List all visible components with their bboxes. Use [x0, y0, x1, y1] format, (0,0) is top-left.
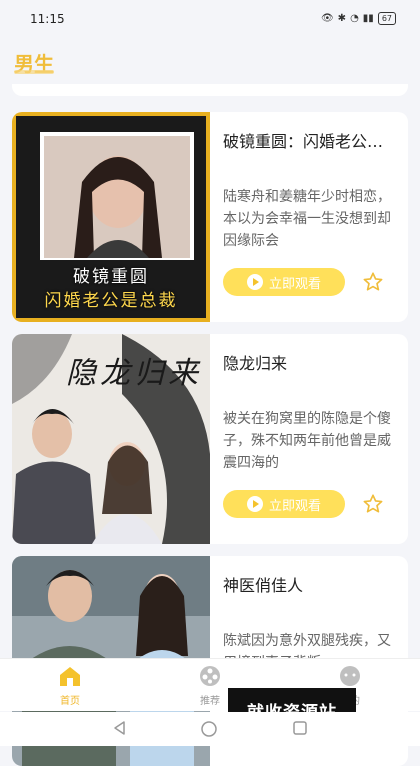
wifi-icon: ◔: [350, 13, 359, 24]
poster-title-text: 隐龙归来: [66, 356, 202, 391]
favorite-star-icon[interactable]: [362, 271, 384, 293]
recent-apps-icon[interactable]: [292, 720, 308, 736]
nav-home-label: 首页: [60, 696, 80, 707]
bottom-navigation: 首页 推荐 我的: [0, 658, 420, 711]
drama-poster[interactable]: 隐龙归来: [12, 334, 210, 544]
watch-now-label: 立即观看: [268, 498, 321, 514]
drama-description: 陆寒舟和姜糖年少时相恋，本以为会幸福一生没想到却因缘际会: [223, 189, 391, 249]
drama-title[interactable]: 破镜重圆：闪婚老公是总裁: [223, 128, 398, 152]
status-bar: 11:15 👁 ✱ ◔ ▮▮ 67: [0, 0, 420, 38]
system-navigation-bar: [0, 712, 420, 746]
signal-icon: ▮▮: [362, 13, 374, 24]
profile-icon: [340, 666, 360, 686]
film-reel-icon: [200, 666, 220, 686]
status-time: 11:15: [30, 12, 65, 26]
nav-home[interactable]: 首页: [40, 665, 100, 707]
drama-description: 被关在狗窝里的陈隐是个傻子，殊不知两年前他曾是威震四海的: [223, 411, 391, 471]
watch-now-button[interactable]: 立即观看: [223, 268, 345, 296]
title-underline: [14, 70, 54, 74]
watch-now-button[interactable]: 立即观看: [223, 490, 345, 518]
drama-title[interactable]: 隐龙归来: [223, 350, 398, 374]
play-icon: [246, 496, 263, 512]
watch-now-label: 立即观看: [268, 276, 321, 292]
home-circle-icon[interactable]: [200, 720, 218, 738]
poster-title-line-1: 破镜重圆: [73, 267, 149, 287]
home-icon: [60, 667, 80, 686]
eye-icon: 👁: [320, 13, 334, 24]
drama-card[interactable]: 破镜重圆 闪婚老公是总裁 破镜重圆：闪婚老公是总裁 陆寒舟和姜糖年少时相恋，本以…: [12, 112, 408, 322]
drama-card[interactable]: 隐龙归来 隐龙归来 被关在狗窝里的陈隐是个傻子，殊不知两年前他曾是威震四海的 立…: [12, 334, 408, 544]
play-icon: [246, 274, 263, 290]
battery-icon: 67: [377, 12, 396, 25]
bluetooth-icon: ✱: [337, 13, 347, 24]
previous-card-edge: [12, 84, 408, 96]
drama-title[interactable]: 神医俏佳人: [223, 572, 398, 596]
status-icons: 👁 ✱ ◔ ▮▮ 67: [321, 12, 396, 25]
favorite-star-icon[interactable]: [362, 493, 384, 515]
back-icon[interactable]: [112, 720, 128, 736]
poster-title-line-2: 闪婚老公是总裁: [44, 291, 178, 311]
drama-poster[interactable]: 破镜重圆 闪婚老公是总裁: [12, 112, 210, 322]
